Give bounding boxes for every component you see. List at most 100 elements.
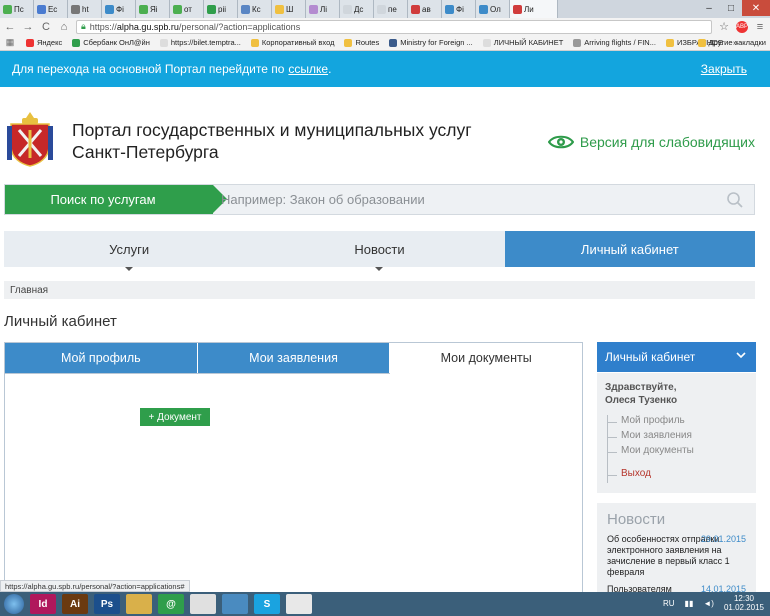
photoshop-icon[interactable]: Ps xyxy=(94,594,120,614)
nav-services[interactable]: Услуги xyxy=(4,231,254,271)
bookmark-item[interactable]: ЛИЧНЫЙ КАБИНЕТ xyxy=(482,38,563,47)
search-icon[interactable] xyxy=(726,191,744,209)
browser-tab-label: Ол xyxy=(490,4,501,14)
star-icon[interactable]: ☆ xyxy=(718,20,730,33)
close-window-icon[interactable]: ✕ xyxy=(742,0,770,16)
minimize-icon[interactable]: ‒ xyxy=(698,0,720,16)
notice-text: Для перехода на основной Портал перейдит… xyxy=(12,62,285,76)
maximize-icon[interactable]: □ xyxy=(720,0,742,16)
bookmark-item[interactable]: Корпоративный вход xyxy=(250,38,334,47)
coat-of-arms-logo[interactable] xyxy=(5,110,55,170)
eye-icon xyxy=(547,135,574,149)
news-title[interactable]: Новости xyxy=(607,511,746,528)
browser-tab[interactable]: ав xyxy=(408,0,442,18)
notice-close-link[interactable]: Закрыть xyxy=(701,62,747,76)
bookmark-item[interactable]: https://bilet.temptra... xyxy=(159,38,241,47)
forward-icon[interactable]: → xyxy=(22,21,34,33)
bookmark-item[interactable]: Ministry for Foreign ... xyxy=(389,38,473,47)
url-scheme: https:// xyxy=(89,21,117,32)
language-indicator[interactable]: RU xyxy=(663,599,675,608)
start-button[interactable] xyxy=(4,594,24,614)
search-input[interactable] xyxy=(221,185,726,214)
browser-tab-label: от xyxy=(184,4,192,14)
browser-status-bar: https://alpha.gu.spb.ru/personal/?action… xyxy=(0,580,190,592)
browser-tab[interactable]: от xyxy=(170,0,204,18)
browser-tab[interactable]: Лі xyxy=(306,0,340,18)
volume-icon[interactable]: ◄) xyxy=(703,599,714,608)
tab-favicon-icon xyxy=(377,4,386,14)
tabs-divider xyxy=(5,373,390,374)
sidebar-item-my-applications[interactable]: Мои заявления xyxy=(608,430,748,445)
network-icon[interactable]: ▮▮ xyxy=(685,599,694,608)
chrome-icon[interactable] xyxy=(190,594,216,614)
clock[interactable]: 12:30 01.02.2015 xyxy=(724,594,764,612)
breadcrumb-home[interactable]: Главная xyxy=(10,285,48,296)
indesign-icon[interactable]: Id xyxy=(30,594,56,614)
browser-tab[interactable]: Ес xyxy=(34,0,68,18)
folder-icon xyxy=(665,38,674,47)
browser-tab[interactable]: Пс xyxy=(0,0,34,18)
home-icon[interactable]: ⌂ xyxy=(58,21,70,33)
tab-favicon-icon xyxy=(139,4,148,14)
nav-news[interactable]: Новости xyxy=(254,231,504,271)
browser-tab[interactable]: Ли xyxy=(510,0,558,18)
browser-tab-label: Яі xyxy=(150,4,158,14)
bookmark-icon xyxy=(26,38,34,47)
browser-tab-strip: Пс Ес ht Фі Яі от ріі Кс Ш Лі Дс пе ав Фі Ол Ли xyxy=(0,0,770,18)
url-path: /personal/?action=applications xyxy=(178,21,301,32)
nav-personal-account[interactable]: Личный кабинет xyxy=(504,231,755,267)
tab-my-applications[interactable]: Мои заявления xyxy=(197,343,391,373)
address-input[interactable]: 🔒︎ https://alpha.gu.spb.ru/personal/?act… xyxy=(76,19,712,34)
browser-tab[interactable]: ріі xyxy=(204,0,238,18)
news-item[interactable]: 29.01.2015 Об особенностях отправки элек… xyxy=(607,534,746,578)
explorer-icon[interactable] xyxy=(126,594,152,614)
tab-favicon-icon xyxy=(71,4,80,14)
bookmark-icon xyxy=(389,38,398,47)
bookmark-item[interactable]: Сбербанк ОнЛ@йн xyxy=(72,38,150,47)
bookmark-item[interactable]: Яндекс xyxy=(26,38,62,47)
app-window-icon[interactable] xyxy=(222,594,248,614)
browser-tab-label: ht xyxy=(82,4,89,14)
browser-tab[interactable]: Фі xyxy=(442,0,476,18)
notice-link[interactable]: ссылке xyxy=(288,62,328,76)
tab-favicon-icon xyxy=(105,4,114,14)
accessible-version-link[interactable]: Версия для слабовидящих xyxy=(547,134,755,150)
news-date: 29.01.2015 xyxy=(700,534,746,544)
bookmark-icon xyxy=(573,38,582,47)
sidebar-item-exit[interactable]: Выход xyxy=(608,468,748,483)
reload-icon[interactable]: C xyxy=(40,21,52,33)
sidebar-item-my-documents[interactable]: Мои документы xyxy=(608,445,748,460)
browser-tab[interactable]: Ол xyxy=(476,0,510,18)
browser-tab[interactable]: Кс xyxy=(238,0,272,18)
add-document-button[interactable]: + Документ xyxy=(140,408,210,426)
browser-tab[interactable]: Фі xyxy=(102,0,136,18)
browser-tab[interactable]: ht xyxy=(68,0,102,18)
menu-icon[interactable]: ≡ xyxy=(754,21,766,33)
skype-icon[interactable]: S xyxy=(254,594,280,614)
portal-title[interactable]: Портал государственных и муниципальных у… xyxy=(72,119,492,163)
bookmark-item[interactable]: Arriving flights / FIN... xyxy=(573,38,656,47)
browser-tab[interactable]: Яі xyxy=(136,0,170,18)
sidebar-header[interactable]: Личный кабинет xyxy=(597,342,756,372)
browser-tab[interactable]: Ш xyxy=(272,0,306,18)
back-icon[interactable]: ← xyxy=(4,21,16,33)
qip-icon[interactable]: @ xyxy=(158,594,184,614)
site-header: Портал государственных и муниципальных у… xyxy=(0,105,770,175)
search-services-button[interactable]: Поиск по услугам xyxy=(5,185,227,214)
browser-tab-label: Лі xyxy=(320,4,328,14)
document-icon[interactable] xyxy=(286,594,312,614)
browser-tab[interactable]: пе xyxy=(374,0,408,18)
illustrator-icon[interactable]: Ai xyxy=(62,594,88,614)
browser-tab-label: Дс xyxy=(354,4,364,14)
bookmark-item[interactable]: Routes xyxy=(344,38,379,47)
tab-favicon-icon xyxy=(445,4,454,14)
bookmark-icon xyxy=(344,38,353,47)
apps-icon[interactable]: ▦ xyxy=(4,37,16,48)
sidebar-item-my-profile[interactable]: Мой профиль xyxy=(608,415,748,430)
tab-my-documents[interactable]: Мои документы xyxy=(390,343,583,373)
other-bookmarks[interactable]: Другие закладки xyxy=(697,38,766,47)
adblock-icon[interactable]: ABP xyxy=(736,20,748,33)
browser-tab[interactable]: Дс xyxy=(340,0,374,18)
caret-down-icon xyxy=(125,267,134,271)
tab-my-profile[interactable]: Мой профиль xyxy=(5,343,198,373)
